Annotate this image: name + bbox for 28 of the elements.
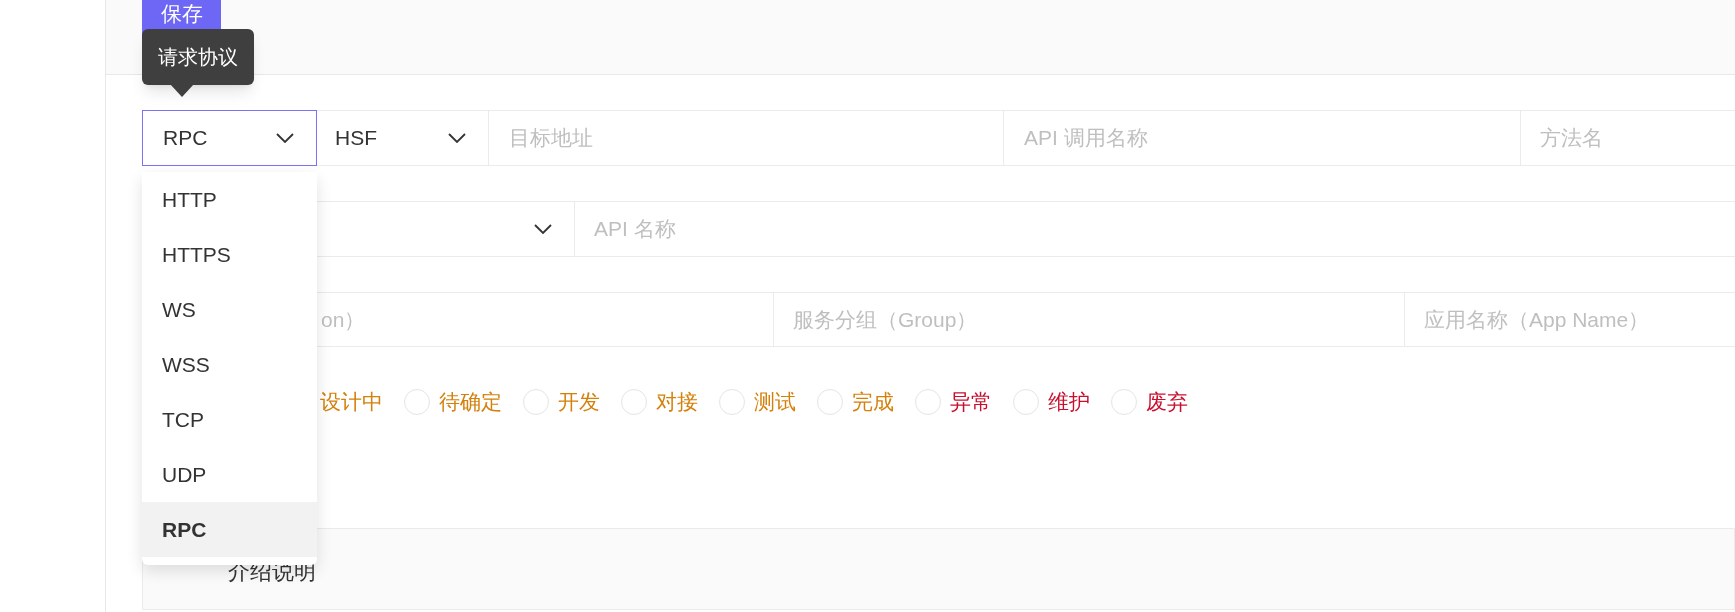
- dropdown-option[interactable]: RPC: [142, 502, 317, 557]
- status-radio[interactable]: 设计中: [320, 386, 383, 418]
- status-radio[interactable]: 异常: [915, 386, 992, 418]
- input-field[interactable]: API 名称: [575, 201, 1735, 257]
- chevron-down-icon: [448, 133, 466, 143]
- input-field[interactable]: 应用名称（App Name）: [1405, 292, 1735, 347]
- dropdown-option[interactable]: WS: [142, 282, 317, 337]
- dropdown-option[interactable]: UDP: [142, 447, 317, 502]
- dropdown-option[interactable]: HTTPS: [142, 227, 317, 282]
- dropdown-option[interactable]: HTTP: [142, 172, 317, 227]
- status-radio[interactable]: 维护: [1013, 386, 1090, 418]
- input-field[interactable]: 方法名: [1521, 110, 1735, 166]
- status-radio[interactable]: 待确定: [404, 386, 502, 418]
- input-field[interactable]: 目标地址: [489, 110, 1004, 166]
- tooltip-arrow-icon: [170, 84, 194, 97]
- dropdown-option[interactable]: WSS: [142, 337, 317, 392]
- protocol-select[interactable]: RPC: [142, 110, 317, 166]
- chevron-down-icon: [276, 133, 294, 143]
- status-radio[interactable]: 开发: [523, 386, 600, 418]
- chevron-down-icon: [534, 224, 552, 234]
- status-radio[interactable]: 测试: [719, 386, 796, 418]
- input-field[interactable]: 服务分组（Group）: [774, 292, 1405, 347]
- dropdown-option[interactable]: TCP: [142, 392, 317, 447]
- status-radio[interactable]: 废弃: [1111, 386, 1188, 418]
- status-radio[interactable]: 对接: [621, 386, 698, 418]
- input-field[interactable]: API 调用名称: [1004, 110, 1521, 166]
- status-radio[interactable]: 完成: [817, 386, 894, 418]
- tooltip: 请求协议: [142, 29, 254, 85]
